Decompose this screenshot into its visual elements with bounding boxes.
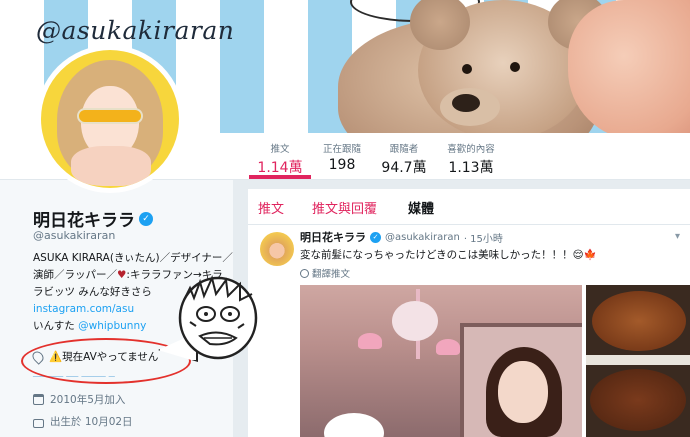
tab-tweets[interactable]: 推文 — [258, 198, 284, 217]
stat-label: 跟隨者 — [389, 144, 419, 155]
profile-handle: @asukakiraran — [33, 229, 116, 242]
photo-plush-dog — [324, 413, 384, 437]
stat-following[interactable]: 正在跟隨 198 — [311, 141, 373, 173]
stat-value: 94.7萬 — [381, 160, 427, 176]
photo-plate — [586, 355, 690, 365]
photo-cake — [358, 333, 382, 349]
photo-teapot — [392, 301, 438, 341]
active-stat-underline — [249, 175, 311, 179]
birthday-cake-icon — [33, 418, 44, 428]
instagram-link[interactable]: instagram.com/asu — [33, 303, 134, 315]
stat-likes[interactable]: 喜歡的內容 1.13萬 — [440, 141, 502, 177]
photo-food — [592, 291, 686, 351]
stat-tweets[interactable]: 推文 1.14萬 — [249, 141, 311, 177]
tab-media[interactable]: 媒體 — [408, 198, 434, 217]
banner-handle-text: @asukakiraran — [36, 16, 235, 45]
annotation-circle — [21, 338, 191, 384]
mention-link[interactable]: @whipbunny — [78, 320, 146, 332]
banner-photo-detail — [568, 0, 690, 133]
stat-label: 正在跟隨 — [322, 144, 361, 155]
tweet-media-photo[interactable] — [300, 285, 582, 437]
bio-text: いんすた — [33, 320, 75, 332]
globe-icon — [300, 268, 309, 278]
chevron-down-icon[interactable]: ▾ — [675, 231, 680, 242]
timeline-tabs: 推文 推文與回覆 媒體 — [248, 189, 690, 225]
profile-joined: 2010年5月加入 — [33, 392, 125, 407]
stat-value: 1.14萬 — [257, 160, 303, 176]
tweet-timestamp[interactable]: · 15小時 — [464, 230, 503, 245]
stat-label: 推文 — [270, 144, 290, 155]
teddy-bear-nose — [452, 94, 480, 112]
photo-cake — [436, 339, 460, 355]
tweet-author-handle[interactable]: @asukakiraran — [385, 232, 460, 243]
heart-icon: ♥ — [117, 269, 127, 281]
profile-name-row: 明日花キララ ✓ — [33, 206, 153, 231]
translate-tweet-link[interactable]: 翻譯推文 — [300, 266, 350, 280]
verified-badge-icon: ✓ — [139, 211, 153, 226]
profile-page: @asukakiraran 推文 1.14萬 正在跟隨 198 跟隨者 94.7… — [0, 0, 690, 437]
photo-person-face — [498, 361, 548, 423]
display-name: 明日花キララ — [33, 211, 135, 231]
bio-line: ASUKA KIRARA(きぃたん)／デザイナー／ — [33, 252, 233, 264]
verified-badge-icon: ✓ — [370, 231, 381, 243]
avatar-photo — [41, 50, 179, 188]
avatar-glasses — [77, 108, 143, 124]
photo-food — [590, 369, 686, 431]
timeline-panel: 推文 推文與回覆 媒體 明日花キララ ✓ @asukakiraran · 15小… — [248, 189, 690, 437]
teddy-bear-eye — [510, 62, 520, 72]
tweet-avatar[interactable] — [260, 232, 294, 266]
joined-text: 2010年5月加入 — [50, 394, 126, 406]
translate-label: 翻譯推文 — [312, 269, 351, 280]
profile-birthday: 出生於 10月02日 — [33, 414, 133, 429]
meme-sticker — [178, 274, 258, 360]
stat-value: 1.13萬 — [448, 160, 494, 176]
stat-value: 198 — [328, 157, 356, 173]
tweet-author-name[interactable]: 明日花キララ — [300, 229, 366, 245]
stat-label: 喜歡的內容 — [447, 144, 495, 155]
tweet-text: 変な前髪になっちゃったけどきのこは美味しかった！！！😌🍁 — [300, 249, 597, 261]
avatar-hands — [71, 146, 151, 186]
bio-text: みんな好きさら — [75, 286, 152, 298]
avatar[interactable] — [36, 45, 184, 193]
calendar-icon — [33, 394, 44, 405]
tweet-header: 明日花キララ ✓ @asukakiraran · 15小時 — [300, 229, 503, 245]
birthday-text: 出生於 10月02日 — [50, 416, 133, 428]
teddy-bear-eye — [462, 64, 472, 74]
stat-followers[interactable]: 跟隨者 94.7萬 — [373, 141, 435, 177]
tweet-media-food[interactable] — [586, 285, 690, 437]
bio-text: ラビッツ — [33, 286, 75, 298]
tab-tweets-replies[interactable]: 推文與回覆 — [312, 198, 377, 217]
bio-text: 演師／ラッパー／ — [33, 269, 117, 281]
